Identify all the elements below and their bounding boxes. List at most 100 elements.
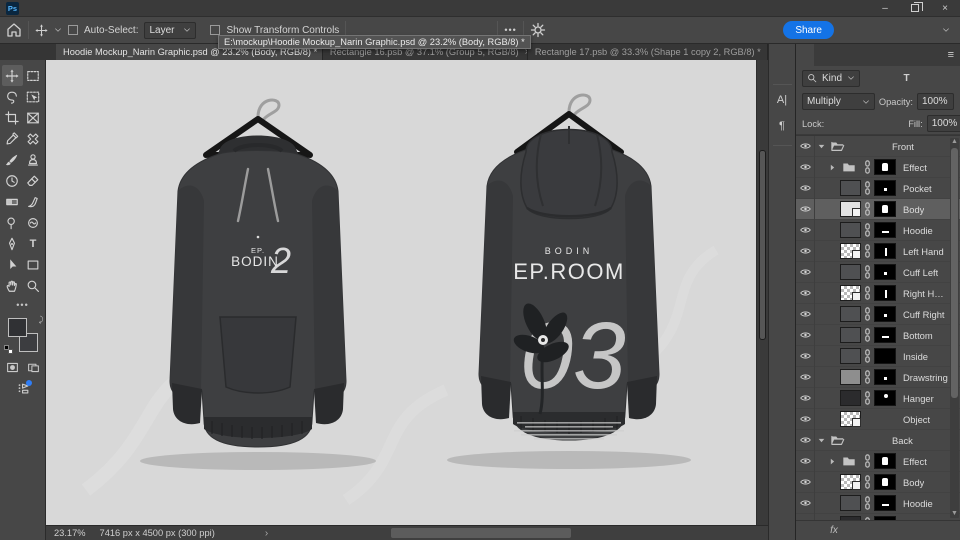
mask-link-icon[interactable] bbox=[864, 265, 871, 279]
layer-thumbnail[interactable] bbox=[840, 201, 861, 217]
menu-item[interactable] bbox=[58, 3, 74, 14]
filter-image-icon[interactable] bbox=[866, 72, 879, 85]
visibility-eye-icon[interactable] bbox=[796, 514, 815, 521]
visibility-eye-icon[interactable] bbox=[796, 346, 815, 367]
paragraph-panel-icon[interactable]: ¶ bbox=[774, 115, 790, 137]
visibility-eye-icon[interactable] bbox=[796, 262, 815, 283]
zoom-tool[interactable] bbox=[23, 275, 44, 296]
layer-thumbnail[interactable] bbox=[829, 432, 850, 448]
layer-effect-front[interactable]: Effect bbox=[796, 157, 960, 178]
layer-left-hand[interactable]: Left Hand bbox=[796, 241, 960, 262]
visibility-eye-icon[interactable] bbox=[796, 220, 815, 241]
layer-drawstring[interactable]: Drawstring bbox=[796, 367, 960, 388]
clone-stamp-tool[interactable] bbox=[23, 149, 44, 170]
healing-brush-tool[interactable] bbox=[23, 128, 44, 149]
document-canvas[interactable]: EP. BODIN 2 BODIN EP.ROOM 03 bbox=[46, 60, 756, 525]
sync-notification-icon[interactable] bbox=[16, 382, 30, 396]
show-transform-checkbox[interactable] bbox=[210, 25, 220, 35]
opacity-dropdown[interactable]: 100% bbox=[917, 93, 954, 110]
layer-body-front[interactable]: Body bbox=[796, 199, 960, 220]
layer-front[interactable]: Front bbox=[796, 136, 960, 157]
tab-paths[interactable] bbox=[832, 44, 850, 66]
mask-link-icon[interactable] bbox=[864, 391, 871, 405]
scroll-up-icon[interactable]: ▲ bbox=[950, 138, 959, 146]
tab-channels[interactable] bbox=[814, 44, 832, 66]
chevron-down-icon[interactable] bbox=[54, 26, 62, 34]
auto-select-checkbox[interactable] bbox=[68, 25, 78, 35]
screen-mode-icon[interactable] bbox=[27, 361, 40, 374]
new-layer-icon[interactable] bbox=[916, 524, 929, 537]
discover-icon[interactable] bbox=[894, 24, 907, 37]
tab-layers[interactable] bbox=[796, 44, 814, 66]
layer-pocket[interactable]: Pocket bbox=[796, 178, 960, 199]
filter-adjustment-icon[interactable] bbox=[883, 72, 896, 85]
mask-link-icon[interactable] bbox=[864, 475, 871, 489]
eraser-tool[interactable] bbox=[23, 170, 44, 191]
fill-dropdown[interactable]: 100% bbox=[927, 115, 960, 132]
frame-tool[interactable] bbox=[23, 107, 44, 128]
layer-mask-thumbnail[interactable] bbox=[874, 264, 896, 280]
menu-item[interactable] bbox=[90, 3, 106, 14]
marquee-tool[interactable] bbox=[23, 65, 44, 86]
visibility-eye-icon[interactable] bbox=[796, 157, 815, 178]
visibility-eye-icon[interactable] bbox=[796, 367, 815, 388]
panel-menu-icon[interactable]: ≡ bbox=[948, 44, 960, 66]
lock-transparency-icon[interactable] bbox=[828, 118, 840, 130]
expand-caret-icon[interactable] bbox=[828, 184, 837, 193]
layer-thumbnail[interactable] bbox=[840, 453, 861, 469]
layer-thumbnail[interactable] bbox=[840, 222, 861, 238]
status-chevron-icon[interactable]: › bbox=[265, 528, 268, 539]
expand-caret-icon[interactable] bbox=[828, 289, 837, 298]
pen-tool[interactable] bbox=[2, 233, 23, 254]
lock-position-icon[interactable] bbox=[858, 118, 870, 130]
add-mask-icon[interactable] bbox=[850, 524, 863, 537]
delete-layer-icon[interactable] bbox=[938, 524, 951, 537]
visibility-eye-icon[interactable] bbox=[796, 430, 815, 451]
mask-link-icon[interactable] bbox=[864, 223, 871, 237]
layer-right-hand[interactable]: Right Hand bbox=[796, 283, 960, 304]
filter-type-icon[interactable]: T bbox=[900, 72, 913, 85]
expand-caret-icon[interactable] bbox=[828, 268, 837, 277]
restore-button[interactable] bbox=[900, 0, 930, 17]
share-button[interactable]: Share bbox=[783, 21, 834, 39]
expand-caret-icon[interactable] bbox=[828, 520, 837, 521]
properties-panel-icon[interactable] bbox=[774, 202, 790, 224]
chevron-down-icon[interactable] bbox=[942, 26, 950, 34]
gear-icon[interactable] bbox=[530, 22, 546, 38]
layer-mask-thumbnail[interactable] bbox=[874, 390, 896, 406]
menu-item[interactable] bbox=[42, 3, 58, 14]
layer-mask-thumbnail[interactable] bbox=[874, 159, 896, 175]
expand-caret-icon[interactable] bbox=[828, 331, 837, 340]
layer-thumbnail[interactable] bbox=[840, 411, 861, 427]
layer-effect-back[interactable]: Effect bbox=[796, 451, 960, 472]
tab-rectangle-17[interactable]: Rectangle 17.psb @ 33.3% (Shape 1 copy 2… bbox=[528, 44, 768, 60]
mask-link-icon[interactable] bbox=[864, 202, 871, 216]
layer-mask-thumbnail[interactable] bbox=[874, 516, 896, 520]
visibility-eye-icon[interactable] bbox=[796, 493, 815, 514]
visibility-eye-icon[interactable] bbox=[796, 178, 815, 199]
hand-tool[interactable] bbox=[2, 275, 23, 296]
filter-kind-dropdown[interactable]: Kind bbox=[802, 70, 860, 87]
mask-link-icon[interactable] bbox=[864, 370, 871, 384]
type-tool[interactable]: T bbox=[23, 233, 44, 254]
layer-style-fx-icon[interactable]: fx bbox=[828, 524, 841, 537]
dodge-tool[interactable] bbox=[2, 212, 23, 233]
rectangle-tool[interactable] bbox=[23, 254, 44, 275]
expand-caret-icon[interactable] bbox=[828, 352, 837, 361]
path-selection-tool[interactable] bbox=[2, 254, 23, 275]
layer-mask-thumbnail[interactable] bbox=[874, 222, 896, 238]
expand-caret-icon[interactable] bbox=[828, 478, 837, 487]
visibility-eye-icon[interactable] bbox=[796, 199, 815, 220]
more-options-icon[interactable]: ••• bbox=[504, 25, 516, 35]
layer-thumbnail[interactable] bbox=[840, 285, 861, 301]
lock-artboard-icon[interactable] bbox=[873, 118, 885, 130]
layer-thumbnail[interactable] bbox=[840, 516, 861, 520]
mask-link-icon[interactable] bbox=[864, 244, 871, 258]
mask-link-icon[interactable] bbox=[864, 454, 871, 468]
layer-thumbnail[interactable] bbox=[840, 495, 861, 511]
visibility-eye-icon[interactable] bbox=[796, 283, 815, 304]
layer-back[interactable]: Back bbox=[796, 430, 960, 451]
notifications-bell-icon[interactable] bbox=[844, 24, 857, 37]
canvas-horizontal-scrollbar-thumb[interactable] bbox=[391, 528, 571, 538]
minimize-button[interactable]: – bbox=[870, 0, 900, 17]
